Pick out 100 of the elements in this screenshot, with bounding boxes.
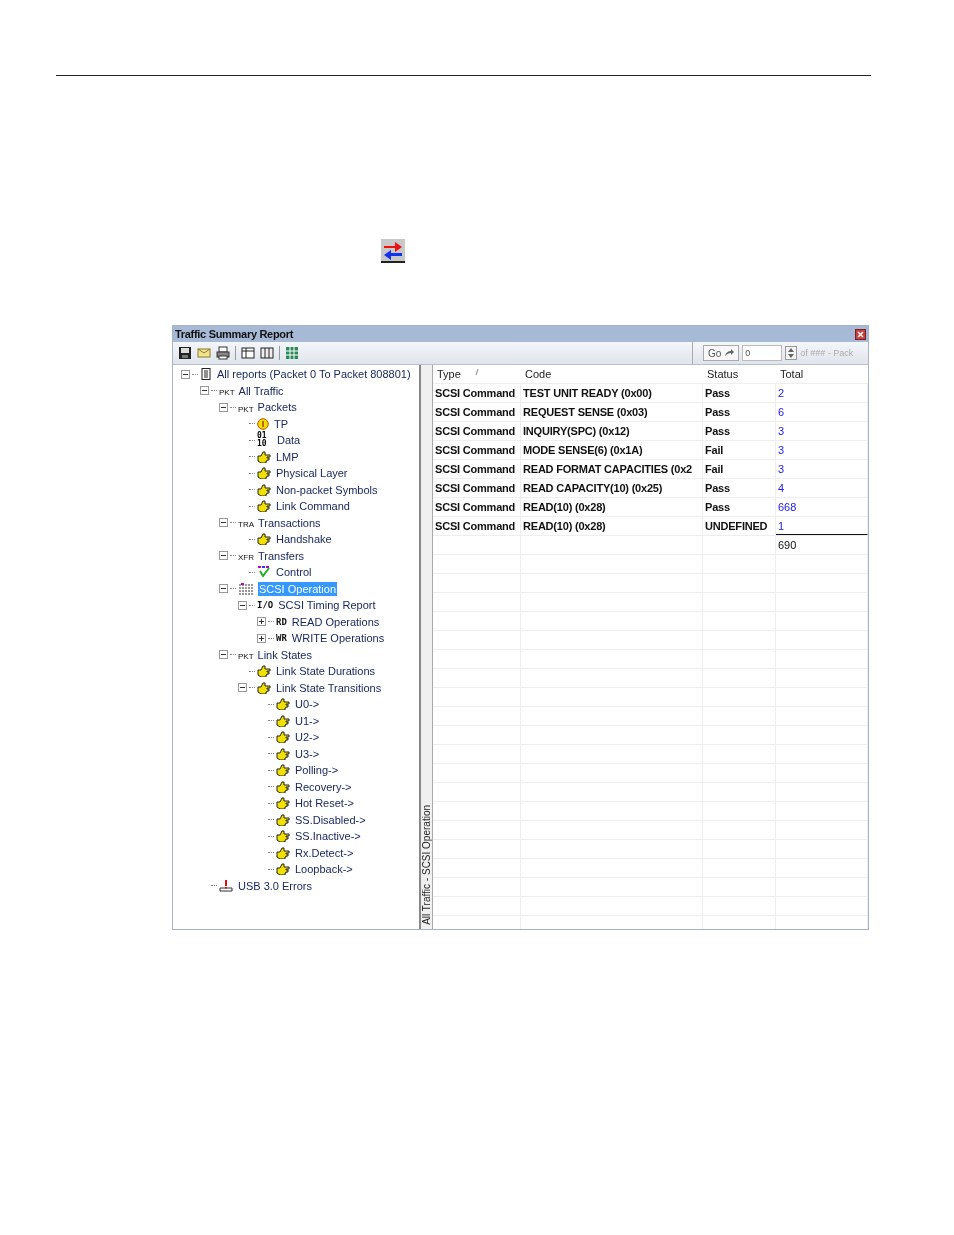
expander-icon[interactable]	[219, 518, 228, 528]
swap-arrows-icon	[381, 239, 405, 263]
tree-item[interactable]: Hot Reset->	[294, 796, 355, 811]
table-cell: Pass	[703, 422, 776, 440]
tree-item[interactable]: Non-packet Symbols	[275, 482, 379, 497]
tree-item[interactable]: Handshake	[275, 532, 333, 547]
pointing-hand-icon	[276, 813, 290, 826]
spinner-icon[interactable]	[785, 346, 798, 360]
tree-item[interactable]: Packets	[256, 400, 298, 415]
table-cell: Pass	[703, 498, 776, 516]
expander-icon[interactable]	[257, 617, 266, 627]
table-cell: READ(10) (0x28)	[521, 517, 703, 535]
tree-item[interactable]: U0->	[294, 697, 321, 712]
tag-icon: I/O	[257, 600, 274, 611]
print-icon[interactable]	[216, 346, 230, 360]
tree-item[interactable]: SS.Inactive->	[294, 829, 362, 844]
close-icon[interactable]	[855, 328, 866, 340]
table-cell: SCSI Command	[433, 460, 521, 478]
view-tab[interactable]: All Traffic - SCSI Operation	[421, 805, 432, 925]
pointing-hand-icon	[257, 467, 271, 480]
expander-icon[interactable]	[219, 650, 228, 660]
go-button[interactable]: Go	[703, 345, 740, 361]
tree-item[interactable]: READ Operations	[290, 614, 381, 629]
pointing-hand-icon	[276, 846, 290, 859]
tree-item[interactable]: Data	[276, 433, 302, 448]
table-cell: SCSI Command	[433, 403, 521, 421]
coin-icon	[257, 417, 269, 430]
tree-item[interactable]: Polling->	[294, 763, 340, 778]
pointing-hand-icon	[276, 731, 290, 744]
expander-icon[interactable]	[238, 683, 247, 693]
tree-item[interactable]: SCSI Timing Report	[277, 598, 377, 613]
table-cell: Fail	[703, 460, 776, 478]
table-cell: TEST UNIT READY (0x00)	[521, 384, 703, 402]
table-cell: 6	[776, 403, 868, 421]
tree-item[interactable]: Control	[275, 565, 313, 580]
pointing-hand-icon	[276, 863, 290, 876]
tree-item[interactable]: Rx.Detect->	[294, 845, 355, 860]
tree-item[interactable]: Transactions	[257, 515, 322, 530]
pointing-hand-icon	[276, 764, 290, 777]
column-header[interactable]: Type	[433, 365, 521, 383]
save-icon[interactable]	[178, 346, 192, 360]
pointing-hand-icon	[257, 681, 271, 694]
pointing-hand-icon	[276, 698, 290, 711]
table-cell: REQUEST SENSE (0x03)	[521, 403, 703, 421]
tree-item[interactable]: All Traffic	[237, 383, 285, 398]
pointing-hand-icon	[257, 450, 271, 463]
tree-item[interactable]: SS.Disabled->	[294, 812, 367, 827]
pointing-hand-icon	[257, 665, 271, 678]
expander-icon[interactable]	[200, 386, 209, 396]
tree-item[interactable]: Link States	[256, 647, 313, 662]
table-cell: SCSI Command	[433, 422, 521, 440]
tree-item[interactable]: WRITE Operations	[290, 631, 386, 646]
table-cell: Fail	[703, 441, 776, 459]
tree-item[interactable]: Physical Layer	[275, 466, 349, 481]
envelope-icon[interactable]	[197, 346, 211, 360]
tree-item[interactable]: USB 3.0 Errors	[237, 878, 313, 893]
pointing-hand-icon	[276, 714, 290, 727]
tree-item[interactable]: U1->	[294, 713, 321, 728]
expander-icon[interactable]	[181, 369, 190, 379]
tree-item[interactable]: Link Command	[275, 499, 351, 514]
tree-item[interactable]: LMP	[275, 449, 300, 464]
table-cell: READ FORMAT CAPACITIES (0x2	[521, 460, 703, 478]
tag-icon: XFR	[238, 553, 254, 563]
tree-item[interactable]: Loopback->	[294, 862, 354, 877]
tree-item[interactable]: Link State Durations	[275, 664, 377, 679]
table-cell: READ(10) (0x28)	[521, 498, 703, 516]
tag-icon: WR	[276, 633, 287, 644]
pointing-hand-icon	[276, 780, 290, 793]
columns-icon[interactable]	[241, 346, 255, 360]
table-cell: 1	[776, 517, 868, 535]
grid-icon[interactable]	[285, 346, 299, 360]
expander-icon[interactable]	[257, 633, 266, 643]
document-icon	[200, 368, 212, 381]
pointing-hand-icon	[257, 483, 271, 496]
expander-icon[interactable]	[238, 600, 247, 610]
table-cell: Pass	[703, 403, 776, 421]
packet-number-field[interactable]: 0	[742, 345, 783, 361]
column-header[interactable]: Total	[776, 365, 868, 383]
table-cell: 3	[776, 441, 868, 459]
tree-item[interactable]: U2->	[294, 730, 321, 745]
columns-icon[interactable]	[260, 346, 274, 360]
pointing-hand-icon	[276, 797, 290, 810]
tree-item[interactable]: All reports (Packet 0 To Packet 808801)	[216, 367, 412, 382]
tree-item[interactable]: Link State Transitions	[275, 680, 383, 695]
tree-item[interactable]: Recovery->	[294, 779, 353, 794]
tree-item[interactable]: TP	[273, 416, 290, 431]
error-icon	[219, 879, 233, 892]
table-cell: READ CAPACITY(10) (0x25)	[521, 479, 703, 497]
table-cell: 3	[776, 460, 868, 478]
column-header[interactable]: Code	[521, 365, 703, 383]
column-header[interactable]: Status	[703, 365, 776, 383]
expander-icon[interactable]	[219, 584, 228, 594]
table-cell: 4	[776, 479, 868, 497]
table-cell: SCSI Command	[433, 384, 521, 402]
tree-item[interactable]: U3->	[294, 746, 321, 761]
binary-icon: 01 10	[257, 432, 271, 449]
expander-icon[interactable]	[219, 551, 228, 561]
expander-icon[interactable]	[219, 402, 228, 412]
table-cell: SCSI Command	[433, 479, 521, 497]
tree-item[interactable]: Transfers	[257, 548, 306, 563]
